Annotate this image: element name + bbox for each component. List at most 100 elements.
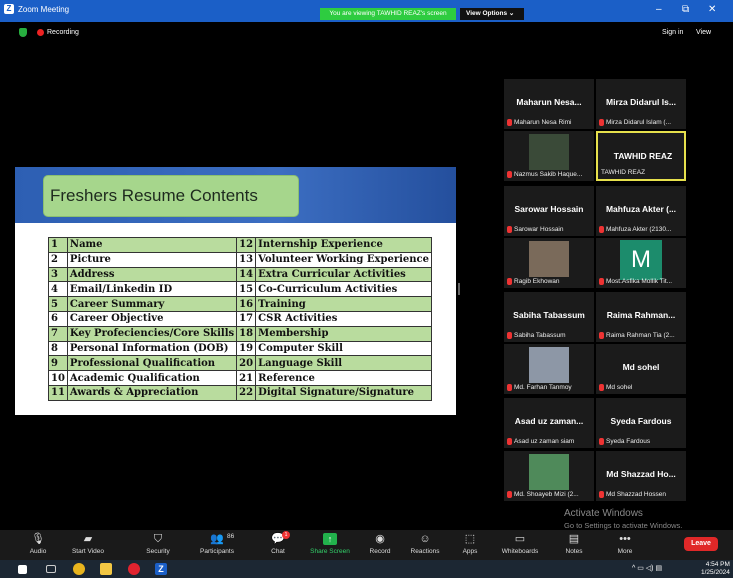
participant-tile[interactable]: Md Shazzad Ho... Md Shazzad Hossen <box>596 451 686 501</box>
participant-full-name: Mahfuza Akter (2130... <box>606 226 672 233</box>
table-cell: 8 <box>48 340 68 357</box>
participant-tile[interactable]: Md. Farhan Tanmoy <box>504 344 594 394</box>
whiteboards-button[interactable]: ▭ Whiteboards <box>490 530 550 560</box>
participant-full-name: Mirza Didarul Islam (... <box>606 119 672 126</box>
mic-muted-icon <box>599 332 604 339</box>
participant-name-label: Syeda Fardous <box>599 438 650 445</box>
security-button[interactable]: ⛉ Security <box>128 530 188 560</box>
participant-full-name: Md. Farhan Tanmoy <box>514 384 572 391</box>
participant-full-name: Most.Asfika Mollik Tit... <box>606 278 673 285</box>
participant-tile[interactable]: Raima Rahman... Raima Rahman Tia (2... <box>596 292 686 342</box>
participant-name-label: Md. Shoayeb Mizi (2... <box>507 491 579 498</box>
apps-icon: ⬚ <box>464 533 476 545</box>
more-button[interactable]: ••• More <box>595 530 655 560</box>
participants-button[interactable]: 👥 86 Participants <box>187 530 247 560</box>
participant-full-name: Md sohel <box>606 384 633 391</box>
windows-start-icon[interactable] <box>18 565 27 574</box>
notes-icon: ▤ <box>568 533 580 545</box>
participant-tile[interactable]: Sabiha Tabassum Sabiha Tabassum <box>504 292 594 342</box>
participant-tile[interactable]: Maharun Nesa... Maharun Nesa Rimi <box>504 79 594 129</box>
participant-display-name: Syeda Fardous <box>610 416 672 426</box>
close-icon[interactable]: ✕ <box>708 4 716 15</box>
chat-button[interactable]: 💬 1 Chat <box>248 530 308 560</box>
task-view-icon[interactable] <box>46 565 56 573</box>
meeting-subbar <box>0 22 733 42</box>
share-screen-icon: ↑ <box>323 533 337 545</box>
table-cell: 9 <box>48 355 68 372</box>
mic-muted-icon <box>507 278 512 285</box>
participant-tile[interactable]: Mahfuza Akter (... Mahfuza Akter (2130... <box>596 186 686 236</box>
opera-icon[interactable] <box>128 563 140 575</box>
participant-tile[interactable]: M Most.Asfika Mollik Tit... <box>596 238 686 288</box>
table-cell: Training <box>255 296 432 312</box>
chrome-icon[interactable] <box>73 563 85 575</box>
shared-screen: Freshers Resume Contents 1 Name 12 Internsh… <box>15 167 456 415</box>
table-cell: Extra Curricular Activities <box>255 266 432 283</box>
table-row: 4 Email/Linkedin ID 15 Co-Curriculum Activi… <box>48 281 432 298</box>
sign-in-link[interactable]: Sign in <box>662 29 683 36</box>
table-row: 5 Career Summary 16 Training <box>48 296 432 312</box>
mic-muted-icon <box>507 491 512 498</box>
table-cell: 2 <box>48 251 68 268</box>
participant-display-name: Mirza Didarul Is... <box>606 97 676 107</box>
participant-tile[interactable]: Nazmus Sakib Haque... <box>504 131 594 181</box>
table-cell: 15 <box>236 281 257 298</box>
record-icon: ◉ <box>375 533 385 545</box>
more-icon: ••• <box>619 533 631 545</box>
participant-tile[interactable]: Mirza Didarul Is... Mirza Didarul Islam (… <box>596 79 686 129</box>
participant-name-label: Asad uz zaman siam <box>507 438 574 445</box>
table-cell: Personal Information (DOB) <box>66 340 238 357</box>
mic-muted-icon <box>599 119 604 126</box>
mic-muted-icon <box>507 438 512 445</box>
slide-title-box: Freshers Resume Contents <box>43 175 299 217</box>
mic-muted-icon <box>507 332 512 339</box>
video-off-icon: ▰ <box>83 533 93 545</box>
table-cell: 6 <box>48 310 68 327</box>
table-cell: Computer Skill <box>255 340 432 357</box>
participant-tile[interactable]: Sarowar Hossain Sarowar Hossain <box>504 186 594 236</box>
participants-icon: 👥 <box>210 533 224 545</box>
whiteboard-icon: ▭ <box>514 533 526 545</box>
restore-icon[interactable]: ⧉ <box>682 4 689 15</box>
minimize-icon[interactable]: – <box>656 4 662 15</box>
participant-video <box>529 347 569 383</box>
participant-tile[interactable]: Syeda Fardous Syeda Fardous <box>596 398 686 448</box>
zoom-taskbar-icon[interactable]: Z <box>155 563 167 575</box>
table-cell: Volunteer Working Experience <box>255 251 432 268</box>
table-row: 3 Address 14 Extra Curricular Activities <box>48 266 432 283</box>
participant-display-name: Md Shazzad Ho... <box>606 469 676 479</box>
security-shield-icon[interactable] <box>19 28 27 37</box>
participant-name-label: Mahfuza Akter (2130... <box>599 226 671 233</box>
participant-full-name: Ragib Ekhowan <box>514 278 560 285</box>
view-button[interactable]: View <box>696 29 711 36</box>
participant-full-name: Syeda Fardous <box>606 438 651 445</box>
table-row: 11 Awards & Appreciation 22 Digital Signatu… <box>48 384 432 401</box>
participant-name-label: Raima Rahman Tia (2... <box>599 332 675 339</box>
table-row: 6 Career Objective 17 CSR Activities <box>48 310 432 327</box>
participant-full-name: Nazmus Sakib Haque... <box>514 171 583 178</box>
leave-button[interactable]: Leave <box>684 537 718 551</box>
participant-tile[interactable]: TAWHID REAZ TAWHID REAZ <box>596 131 686 181</box>
system-tray[interactable]: ^ ▭ ◁) ▤ <box>632 564 662 572</box>
taskbar-clock[interactable]: 4:54 PM 1/25/2024 <box>701 561 730 577</box>
table-cell: Career Objective <box>66 310 238 327</box>
table-cell: 3 <box>48 266 68 283</box>
view-options-button[interactable]: View Options ⌄ <box>460 8 524 20</box>
mic-muted-icon <box>507 226 512 233</box>
splitter-handle[interactable] <box>458 283 460 295</box>
table-cell: Internship Experience <box>255 237 432 253</box>
participant-video <box>529 454 569 490</box>
participant-tile[interactable]: Md sohel Md sohel <box>596 344 686 394</box>
file-explorer-icon[interactable] <box>100 563 112 575</box>
table-cell: 18 <box>236 325 257 342</box>
window-title: Zoom Meeting <box>18 4 70 14</box>
more-label: More <box>617 548 633 555</box>
participant-name-label: Most.Asfika Mollik Tit... <box>599 278 672 285</box>
table-row: 7 Key Profeciencies/Core Skills 18 Membersh… <box>48 325 432 342</box>
participant-tile[interactable]: Md. Shoayeb Mizi (2... <box>504 451 594 501</box>
participant-tile[interactable]: Asad uz zaman... Asad uz zaman siam <box>504 398 594 448</box>
slide-title: Freshers Resume Contents <box>50 186 258 205</box>
participant-tile[interactable]: Ragib Ekhowan <box>504 238 594 288</box>
start-video-button[interactable]: ▰ Start Video <box>58 530 118 560</box>
table-row: 1 Name 12 Internship Experience <box>48 237 432 253</box>
